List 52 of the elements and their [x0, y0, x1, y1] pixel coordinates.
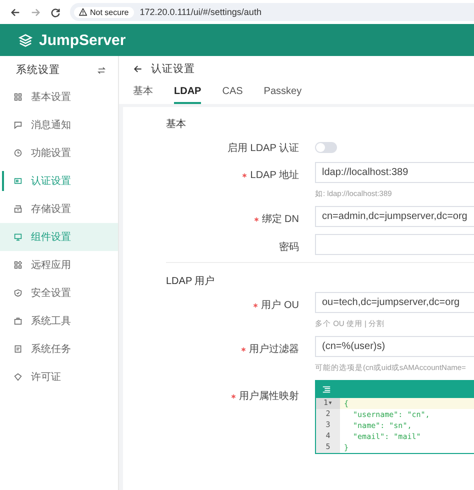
- grid-icon: [14, 93, 22, 101]
- address-bar[interactable]: Not secure 172.20.0.111/ui/#/settings/auth: [70, 3, 474, 21]
- toolbox-icon: [14, 317, 22, 325]
- field-label: 密码: [279, 240, 299, 254]
- sidebar-item[interactable]: 系统工具: [0, 307, 118, 335]
- format-icon[interactable]: [322, 385, 331, 394]
- tab[interactable]: LDAP: [174, 80, 202, 104]
- warning-icon: [79, 8, 87, 16]
- url-text: 172.20.0.111/ui/#/settings/auth: [140, 7, 262, 17]
- sidebar-item[interactable]: 许可证: [0, 363, 118, 391]
- sidebar-item[interactable]: 安全设置: [0, 279, 118, 307]
- page-title: 认证设置: [151, 62, 195, 76]
- security-label: Not secure: [90, 8, 129, 16]
- input-field[interactable]: [315, 234, 474, 255]
- monitor-icon: [14, 233, 22, 241]
- tab[interactable]: CAS: [222, 80, 243, 104]
- sidebar-item[interactable]: 基本设置: [0, 83, 118, 111]
- reload-icon[interactable]: [50, 6, 61, 18]
- input-field[interactable]: ldap://localhost:389: [315, 162, 474, 183]
- field-label: 用户过滤器: [249, 342, 299, 356]
- field-label: LDAP 地址: [250, 168, 299, 182]
- field-label: 启用 LDAP 认证: [228, 142, 299, 155]
- sidebar-title: 系统设置: [16, 63, 60, 77]
- field-label: 用户 OU: [261, 298, 299, 312]
- sidebar-item[interactable]: 系统任务: [0, 335, 118, 363]
- drawer-icon: [14, 205, 22, 213]
- tab[interactable]: Passkey: [264, 80, 302, 104]
- apps-icon: [14, 261, 22, 269]
- security-chip[interactable]: Not secure: [74, 6, 134, 18]
- sidebar-item[interactable]: 认证设置: [0, 167, 118, 195]
- sidebar-item[interactable]: 远程应用: [0, 251, 118, 279]
- message-icon: [14, 121, 22, 129]
- field-label: 用户属性映射: [239, 390, 299, 403]
- section-title: 基本: [165, 118, 187, 132]
- input-field[interactable]: ou=tech,dc=jumpserver,dc=org: [315, 292, 474, 313]
- brand-name: JumpServer: [39, 32, 126, 48]
- swap-icon[interactable]: [97, 66, 106, 74]
- tab[interactable]: 基本: [133, 80, 153, 104]
- back-arrow-icon[interactable]: [133, 64, 143, 74]
- section-title: LDAP 用户: [165, 274, 216, 289]
- sidebar-item[interactable]: 消息通知: [0, 111, 118, 139]
- input-field[interactable]: (cn=%(user)s): [315, 336, 474, 357]
- toggle-switch[interactable]: [315, 142, 337, 153]
- sidebar-item[interactable]: 功能设置: [0, 139, 118, 167]
- sidebar-item[interactable]: 存储设置: [0, 195, 118, 223]
- field-label: 绑定 DN: [262, 212, 299, 226]
- back-icon[interactable]: [10, 6, 21, 18]
- doc-icon: [14, 345, 22, 353]
- input-field[interactable]: cn=admin,dc=jumpserver,dc=org: [315, 206, 474, 227]
- shield-icon: [14, 289, 22, 297]
- layers-icon: [18, 32, 33, 48]
- card-icon: [14, 177, 22, 185]
